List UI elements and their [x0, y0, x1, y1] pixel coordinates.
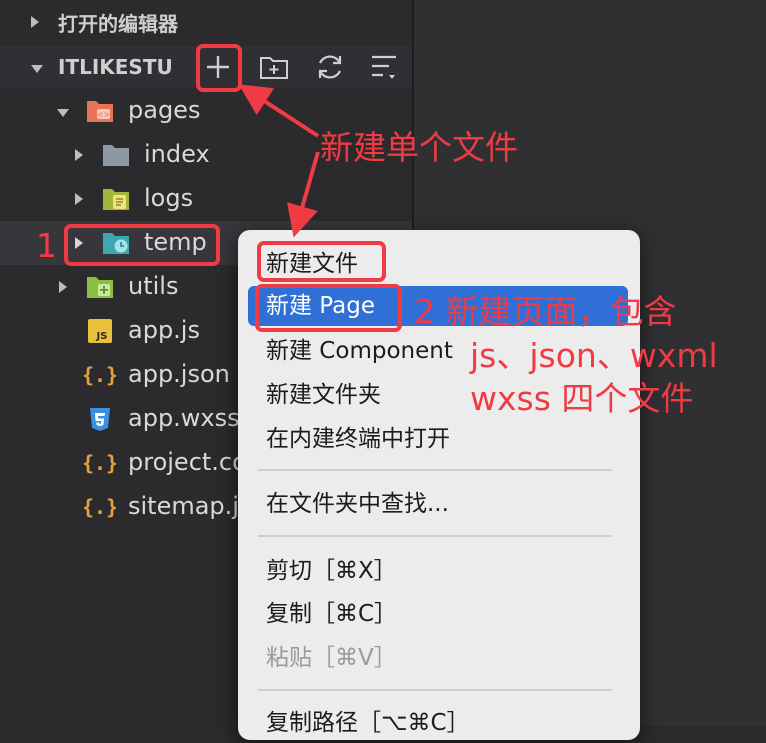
menu-item-find-in-folder[interactable]: 在文件夹中查找...: [248, 484, 628, 524]
project-name: ITLIKESTU: [58, 55, 173, 79]
chevron-right-icon: [74, 147, 84, 166]
chevron-right-icon: [74, 191, 84, 210]
menu-item-copy-path[interactable]: 复制路径［⌥⌘C］: [248, 703, 628, 743]
json-file-icon: {.}: [82, 360, 118, 387]
chevron-down-icon: [30, 55, 44, 79]
annotation-new-single-file: 新建单个文件: [320, 128, 518, 167]
annotation-box-new-page-menu: [255, 284, 402, 332]
open-editors-title: 打开的编辑器: [58, 11, 178, 36]
tree-item-label: project.co: [128, 448, 247, 476]
tree-item-label: logs: [144, 184, 194, 212]
menu-item-paste: 粘贴［⌘V］: [266, 645, 397, 671]
js-file-icon: JS: [86, 318, 114, 344]
annotation-step-2-line-2: js、json、wxml: [470, 336, 718, 375]
wxss-file-icon: [86, 406, 114, 432]
tree-item-label: pages: [128, 96, 201, 124]
svg-text:{.}: {.}: [84, 495, 116, 519]
menu-item-copy[interactable]: 复制［⌘C］: [248, 594, 628, 634]
svg-text:<>: <>: [97, 110, 110, 119]
chevron-right-icon: [58, 279, 68, 298]
open-editors-header[interactable]: 打开的编辑器: [0, 2, 414, 42]
annotation-box-new-file-button: [196, 44, 242, 92]
collapse-all-icon: [372, 55, 396, 79]
tree-item-logs[interactable]: logs: [0, 177, 414, 221]
json-file-icon: {.}: [82, 448, 118, 475]
collapse-all-button[interactable]: [364, 47, 404, 87]
menu-separator: [258, 535, 612, 537]
utils-folder-icon: [86, 274, 114, 300]
json-file-icon: {.}: [82, 492, 118, 519]
refresh-icon: [318, 55, 342, 79]
tree-item-label: utils: [128, 272, 179, 300]
new-folder-button[interactable]: [254, 47, 294, 87]
svg-text:JS: JS: [96, 331, 108, 342]
annotation-step-1: 1: [36, 226, 57, 265]
tree-item-label: app.wxss: [128, 404, 240, 432]
logs-folder-icon: [102, 186, 130, 212]
tree-item-label: index: [144, 140, 210, 168]
new-folder-icon: [260, 57, 288, 79]
tree-item-pages[interactable]: <> pages: [0, 89, 414, 133]
tree-item-label: app.js: [128, 316, 200, 344]
menu-item-cut[interactable]: 剪切［⌘X］: [248, 551, 628, 591]
refresh-button[interactable]: [310, 47, 350, 87]
svg-text:{.}: {.}: [84, 363, 116, 387]
annotation-box-new-file-menu: [257, 241, 386, 282]
annotation-step-2-line-1: 2 新建页面，包含: [414, 292, 677, 331]
menu-separator: [258, 689, 612, 691]
annotation-box-temp-folder: [64, 224, 220, 266]
folder-icon: [102, 142, 130, 168]
svg-text:{.}: {.}: [84, 451, 116, 475]
menu-separator: [258, 469, 612, 471]
chevron-down-icon: [56, 103, 70, 122]
annotation-step-2-line-3: wxss 四个文件: [470, 379, 694, 418]
pages-folder-icon: <>: [86, 98, 114, 124]
chevron-right-icon: [30, 10, 40, 34]
menu-item-open-in-terminal[interactable]: 在内建终端中打开: [248, 419, 628, 459]
tree-item-label: app.json: [128, 360, 230, 388]
tree-item-label: sitemap.js: [128, 492, 252, 520]
